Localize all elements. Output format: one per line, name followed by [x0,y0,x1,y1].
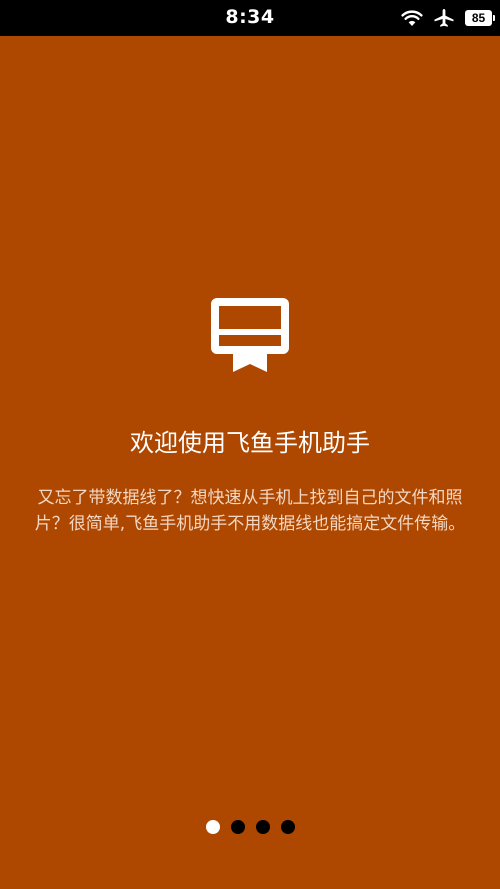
status-bar: 8:34 85 [0,0,500,36]
page-indicator [0,820,500,834]
onboarding-page: 欢迎使用飞鱼手机助手 又忘了带数据线了？想快速从手机上找到自己的文件和照片？很简… [0,36,500,889]
onboarding-description: 又忘了带数据线了？想快速从手机上找到自己的文件和照片？很简单,飞鱼手机助手不用数… [34,488,466,534]
page-dot-3[interactable] [255,820,270,834]
page-dot-1[interactable] [205,820,220,834]
onboarding-screen: 8:34 85 欢迎使用飞鱼手机助手 又忘了带数据线了？想快速从手机上找到自己的… [0,0,500,889]
battery-icon: 85 [465,10,495,26]
status-icons: 85 [401,7,495,29]
page-dot-4[interactable] [280,820,295,834]
onboarding-title: 欢迎使用飞鱼手机助手 [130,429,370,457]
wifi-icon [401,9,423,27]
ticket-card-icon [211,298,289,374]
airplane-icon [433,8,455,28]
page-dot-2[interactable] [230,820,245,834]
